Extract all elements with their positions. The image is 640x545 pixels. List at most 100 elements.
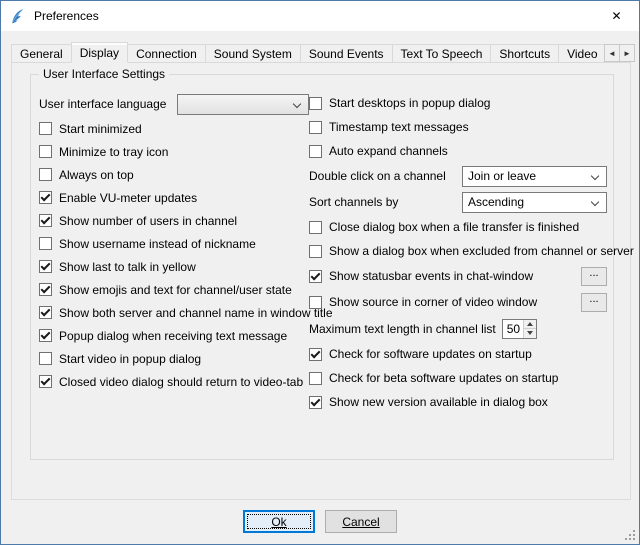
checkbox-label: Timestamp text messages <box>329 120 469 134</box>
video-source-more-button[interactable]: ... <box>581 293 607 312</box>
double-click-value: Join or leave <box>468 169 554 183</box>
max-text-length-spinbox[interactable]: 50 <box>502 319 537 339</box>
tab-display[interactable]: Display <box>71 42 128 63</box>
checkbox-row-start-video-in-popup-dialog[interactable]: Start video in popup dialog <box>39 347 309 370</box>
resize-grip[interactable] <box>624 529 637 542</box>
checkbox[interactable] <box>39 352 52 365</box>
spin-down-button[interactable] <box>524 329 536 338</box>
video-source-row[interactable]: Show source in corner of video window ..… <box>309 289 607 315</box>
spin-up-button[interactable] <box>524 320 536 330</box>
checkbox-row-auto-expand-channels[interactable]: Auto expand channels <box>309 139 607 163</box>
max-text-length-row: Maximum text length in channel list 50 <box>309 315 607 342</box>
checkbox[interactable] <box>309 396 322 409</box>
tab-sound-system[interactable]: Sound System <box>205 44 301 63</box>
checkbox[interactable] <box>39 283 52 296</box>
triangle-down-icon <box>527 331 533 335</box>
checkbox-label: Check for software updates on startup <box>329 347 532 361</box>
checkbox-row-check-for-beta-software-updates-on-startup[interactable]: Check for beta software updates on start… <box>309 366 607 390</box>
tab-label: Sound System <box>214 47 292 61</box>
checkbox[interactable] <box>39 306 52 319</box>
tab-label: Shortcuts <box>499 47 550 61</box>
checkbox[interactable] <box>39 260 52 273</box>
checkbox-label: Auto expand channels <box>329 144 448 158</box>
checkbox-label: Closed video dialog should return to vid… <box>59 375 303 389</box>
statusbar-events-more-button[interactable]: ... <box>581 267 607 286</box>
checkbox-row-show-number-of-users-in-channel[interactable]: Show number of users in channel <box>39 209 309 232</box>
tab-label: General <box>20 47 63 61</box>
checkbox[interactable] <box>39 191 52 204</box>
app-icon <box>9 8 26 25</box>
checkbox-row-check-for-software-updates-on-startup[interactable]: Check for software updates on startup <box>309 342 607 366</box>
checkbox-row-show-username-instead-of-nickname[interactable]: Show username instead of nickname <box>39 232 309 255</box>
group-title: User Interface Settings <box>39 67 169 81</box>
checkbox-label: Always on top <box>59 168 134 182</box>
checkbox-row-enable-vu-meter-updates[interactable]: Enable VU-meter updates <box>39 186 309 209</box>
checkbox-label: Show a dialog box when excluded from cha… <box>329 244 634 258</box>
statusbar-events-label: Show statusbar events in chat-window <box>329 269 533 283</box>
checkbox-label: Show new version available in dialog box <box>329 395 548 409</box>
close-button[interactable]: ✕ <box>594 1 639 30</box>
checkbox-row-show-last-to-talk-in-yellow[interactable]: Show last to talk in yellow <box>39 255 309 278</box>
right-column: Start desktops in popup dialog Timestamp… <box>309 91 607 414</box>
ui-settings-group: User Interface Settings User interface l… <box>30 74 614 460</box>
statusbar-events-checkbox[interactable] <box>309 270 322 283</box>
spinner-buttons <box>523 320 536 338</box>
checkbox-label: Start video in popup dialog <box>59 352 201 366</box>
video-source-label: Show source in corner of video window <box>329 295 537 309</box>
checkbox-row-show-new-version-available-in-dialog-box[interactable]: Show new version available in dialog box <box>309 390 607 414</box>
checkbox-row-popup-dialog-when-receiving-text-message[interactable]: Popup dialog when receiving text message <box>39 324 309 347</box>
double-click-row: Double click on a channel Join or leave <box>309 163 607 189</box>
max-text-length-value[interactable]: 50 <box>503 320 523 338</box>
checkbox[interactable] <box>39 329 52 342</box>
checkbox[interactable] <box>39 168 52 181</box>
resize-grip-dots <box>625 538 627 540</box>
statusbar-events-row[interactable]: Show statusbar events in chat-window ... <box>309 263 607 289</box>
tab-label: Connection <box>136 47 197 61</box>
checkbox[interactable] <box>39 375 52 388</box>
checkbox-row-timestamp-text-messages[interactable]: Timestamp text messages <box>309 115 607 139</box>
tab-scroller: ◄ ► <box>605 44 635 62</box>
triangle-up-icon <box>527 322 533 326</box>
cancel-button[interactable]: Cancel <box>325 510 397 533</box>
checkbox-row-show-emojis-and-text-for-channel-user-state[interactable]: Show emojis and text for channel/user st… <box>39 278 309 301</box>
tab-scroll-right-button[interactable]: ► <box>619 44 635 62</box>
checkbox-row-start-desktops-in-popup-dialog[interactable]: Start desktops in popup dialog <box>309 91 607 115</box>
titlebar: Preferences ✕ <box>1 1 639 31</box>
tab-scroll-left-button[interactable]: ◄ <box>604 44 620 62</box>
checkbox-row-close-dialog-box-when-a-file-transfer-is-finished[interactable]: Close dialog box when a file transfer is… <box>309 215 607 239</box>
tab-text-to-speech[interactable]: Text To Speech <box>392 44 492 63</box>
right-bottom-checkbox-list: Check for software updates on startup Ch… <box>309 342 607 414</box>
checkbox[interactable] <box>309 348 322 361</box>
tab-video[interactable]: Video <box>558 44 606 63</box>
checkbox[interactable] <box>39 237 52 250</box>
checkbox[interactable] <box>309 372 322 385</box>
video-source-checkbox[interactable] <box>309 296 322 309</box>
sort-channels-value: Ascending <box>468 195 542 209</box>
checkbox-row-start-minimized[interactable]: Start minimized <box>39 117 309 140</box>
language-combobox[interactable] <box>177 94 309 115</box>
tab-connection[interactable]: Connection <box>127 44 206 63</box>
tab-general[interactable]: General <box>11 44 72 63</box>
tab-shortcuts[interactable]: Shortcuts <box>490 44 559 63</box>
checkbox[interactable] <box>309 221 322 234</box>
checkbox[interactable] <box>309 245 322 258</box>
ok-button[interactable]: Ok <box>243 510 315 533</box>
checkbox[interactable] <box>309 145 322 158</box>
double-click-label: Double click on a channel <box>309 169 462 183</box>
sort-channels-row: Sort channels by Ascending <box>309 189 607 215</box>
checkbox[interactable] <box>39 145 52 158</box>
tab-sound-events[interactable]: Sound Events <box>300 44 393 63</box>
checkbox[interactable] <box>39 214 52 227</box>
checkbox-row-minimize-to-tray-icon[interactable]: Minimize to tray icon <box>39 140 309 163</box>
sort-channels-combobox[interactable]: Ascending <box>462 192 607 213</box>
double-click-combobox[interactable]: Join or leave <box>462 166 607 187</box>
checkbox[interactable] <box>39 122 52 135</box>
checkbox-label: Enable VU-meter updates <box>59 191 197 205</box>
checkbox-row-closed-video-dialog-should-return-to-video-tab[interactable]: Closed video dialog should return to vid… <box>39 370 309 393</box>
checkbox[interactable] <box>309 121 322 134</box>
checkbox-row-show-both-server-and-channel-name-in-window-title[interactable]: Show both server and channel name in win… <box>39 301 309 324</box>
checkbox[interactable] <box>309 97 322 110</box>
checkbox-row-always-on-top[interactable]: Always on top <box>39 163 309 186</box>
checkbox-label: Minimize to tray icon <box>59 145 168 159</box>
checkbox-row-show-a-dialog-box-when-excluded-from-channel-or-server[interactable]: Show a dialog box when excluded from cha… <box>309 239 607 263</box>
